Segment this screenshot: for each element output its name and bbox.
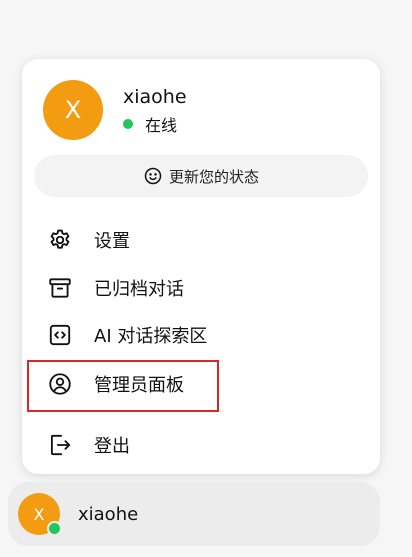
menu-item-label: 已归档对话 (94, 279, 184, 300)
profile-header: X xiaohe 在线 (43, 80, 187, 140)
menu-item-archived-chats[interactable]: 已归档对话 (46, 264, 184, 312)
user-menu-popup: X xiaohe 在线 更新您的状态 设置 已归档对话 AI 对话探索区 管理员… (22, 59, 380, 474)
smile-icon (144, 167, 162, 185)
gear-icon (46, 226, 74, 254)
online-dot (123, 118, 133, 129)
logout-icon (46, 431, 74, 459)
menu-item-label: 登出 (94, 436, 130, 457)
avatar: X (18, 493, 62, 536)
profile-username: xiaohe (123, 85, 187, 108)
status-label: 在线 (145, 115, 178, 135)
menu-item-logout[interactable]: 登出 (46, 421, 130, 469)
menu-item-ai-playground[interactable]: AI 对话探索区 (46, 311, 207, 359)
menu-item-label: 设置 (94, 231, 130, 252)
avatar-letter: X (33, 504, 45, 524)
archive-icon (46, 274, 74, 302)
code-icon (46, 321, 74, 349)
user-account-button[interactable]: X xiaohe (8, 482, 380, 546)
account-username: xiaohe (78, 503, 139, 525)
menu-item-label: AI 对话探索区 (94, 326, 208, 347)
avatar: X (43, 80, 103, 140)
online-dot (47, 521, 62, 536)
menu-item-settings[interactable]: 设置 (46, 216, 130, 264)
highlight-box (27, 360, 219, 412)
update-status-label: 更新您的状态 (168, 167, 259, 186)
update-status-button[interactable]: 更新您的状态 (34, 155, 368, 197)
online-status: 在线 (123, 112, 187, 136)
